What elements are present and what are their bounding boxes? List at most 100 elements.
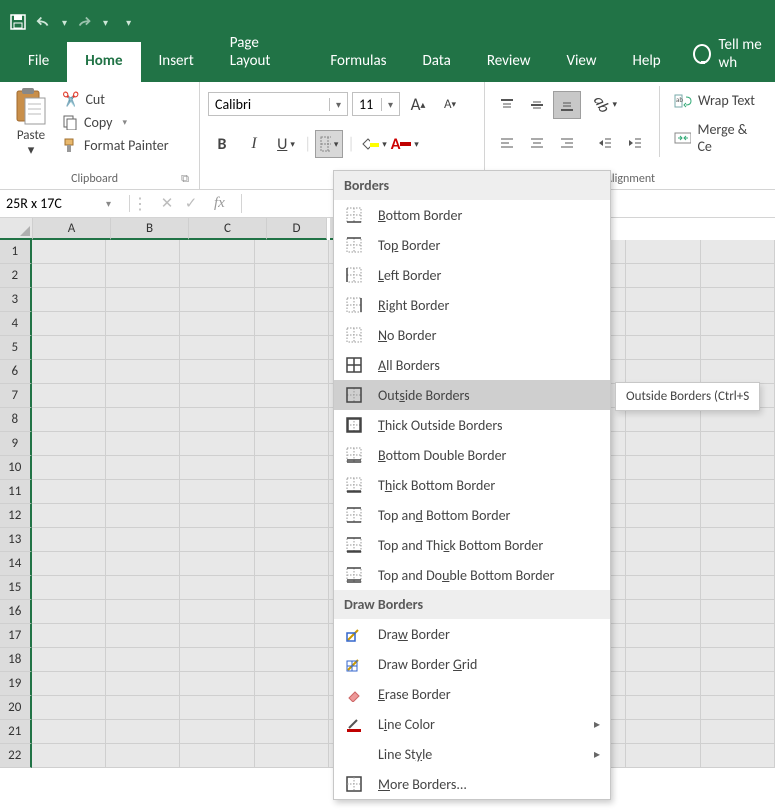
cell[interactable]: [180, 696, 254, 720]
cell[interactable]: [180, 480, 254, 504]
orientation-button[interactable]: ab▾: [591, 91, 619, 119]
cell[interactable]: [106, 456, 180, 480]
border-menu-draw-grid[interactable]: Draw Border Grid: [334, 649, 610, 679]
cell[interactable]: [255, 552, 329, 576]
cell[interactable]: [626, 576, 700, 600]
cell[interactable]: [106, 744, 180, 768]
row-header[interactable]: 3: [0, 288, 32, 312]
cell[interactable]: [32, 576, 106, 600]
paste-button[interactable]: Paste ▾: [8, 86, 54, 158]
cell[interactable]: [32, 720, 106, 744]
cell[interactable]: [701, 408, 775, 432]
row-header[interactable]: 2: [0, 264, 32, 288]
cell[interactable]: [32, 528, 106, 552]
cell[interactable]: [180, 432, 254, 456]
column-header[interactable]: C: [189, 218, 267, 240]
cell[interactable]: [106, 648, 180, 672]
cell[interactable]: [626, 432, 700, 456]
clipboard-launcher-icon[interactable]: ⧉: [181, 172, 191, 186]
cell[interactable]: [626, 408, 700, 432]
cell[interactable]: [701, 576, 775, 600]
border-menu-right[interactable]: Right Border: [334, 290, 610, 320]
cell[interactable]: [180, 552, 254, 576]
select-all-corner[interactable]: [0, 218, 33, 240]
cell[interactable]: [180, 528, 254, 552]
save-icon[interactable]: [10, 14, 26, 30]
cell[interactable]: [32, 336, 106, 360]
border-menu-draw[interactable]: Draw Border: [334, 619, 610, 649]
row-header[interactable]: 22: [0, 744, 32, 768]
copy-dropdown-icon[interactable]: ▾: [122, 117, 127, 128]
tab-file[interactable]: File: [10, 42, 67, 82]
cell[interactable]: [32, 480, 106, 504]
cell[interactable]: [180, 576, 254, 600]
border-menu-left[interactable]: Left Border: [334, 260, 610, 290]
row-header[interactable]: 4: [0, 312, 32, 336]
cell[interactable]: [180, 672, 254, 696]
cell[interactable]: [255, 720, 329, 744]
border-menu-top[interactable]: Top Border: [334, 230, 610, 260]
cell[interactable]: [255, 288, 329, 312]
cell[interactable]: [106, 240, 180, 264]
row-header[interactable]: 17: [0, 624, 32, 648]
cell[interactable]: [626, 456, 700, 480]
cell[interactable]: [701, 432, 775, 456]
cell[interactable]: [32, 240, 106, 264]
row-header[interactable]: 9: [0, 432, 32, 456]
cell[interactable]: [701, 264, 775, 288]
cell[interactable]: [255, 744, 329, 768]
borders-dropdown-icon[interactable]: ▾: [334, 139, 339, 150]
cell[interactable]: [626, 672, 700, 696]
cell[interactable]: [180, 600, 254, 624]
font-size-input[interactable]: [353, 93, 381, 115]
undo-dropdown-icon[interactable]: ▾: [62, 16, 67, 29]
cell[interactable]: [255, 672, 329, 696]
cell[interactable]: [106, 312, 180, 336]
name-box-input[interactable]: [0, 195, 100, 212]
align-middle-button[interactable]: [523, 91, 551, 119]
cell[interactable]: [106, 576, 180, 600]
cell[interactable]: [701, 648, 775, 672]
cell[interactable]: [180, 408, 254, 432]
cell[interactable]: [255, 312, 329, 336]
font-name-input[interactable]: [209, 93, 329, 115]
cell[interactable]: [255, 480, 329, 504]
underline-dropdown-icon[interactable]: ▾: [290, 139, 295, 150]
border-menu-no[interactable]: No Border: [334, 320, 610, 350]
align-right-button[interactable]: [553, 129, 581, 157]
cell[interactable]: [701, 720, 775, 744]
row-header[interactable]: 11: [0, 480, 32, 504]
cell[interactable]: [32, 600, 106, 624]
cell[interactable]: [106, 264, 180, 288]
align-left-button[interactable]: [493, 129, 521, 157]
tab-data[interactable]: Data: [405, 42, 469, 82]
copy-button[interactable]: Copy▾: [58, 112, 173, 133]
align-center-button[interactable]: [523, 129, 551, 157]
tab-review[interactable]: Review: [469, 42, 549, 82]
cell[interactable]: [32, 696, 106, 720]
cell[interactable]: [106, 480, 180, 504]
row-header[interactable]: 13: [0, 528, 32, 552]
border-menu-erase[interactable]: Erase Border: [334, 679, 610, 709]
row-header[interactable]: 14: [0, 552, 32, 576]
cell[interactable]: [255, 456, 329, 480]
cell[interactable]: [255, 624, 329, 648]
cell[interactable]: [255, 384, 329, 408]
font-color-button[interactable]: A▾: [391, 130, 419, 158]
row-header[interactable]: 8: [0, 408, 32, 432]
tab-page-layout[interactable]: Page Layout: [212, 24, 313, 82]
cell[interactable]: [106, 600, 180, 624]
border-menu-more[interactable]: More Borders...: [334, 769, 610, 799]
wrap-text-button[interactable]: abWrap Text: [670, 90, 767, 111]
increase-font-button[interactable]: A▴: [404, 90, 432, 118]
cell[interactable]: [106, 696, 180, 720]
decrease-font-button[interactable]: A▾: [436, 90, 464, 118]
cell[interactable]: [701, 696, 775, 720]
cell[interactable]: [626, 648, 700, 672]
cell[interactable]: [106, 408, 180, 432]
border-menu-line-color[interactable]: Line Color: [334, 709, 610, 739]
cell[interactable]: [32, 552, 106, 576]
cell[interactable]: [626, 528, 700, 552]
cell[interactable]: [626, 360, 700, 384]
cell[interactable]: [701, 360, 775, 384]
